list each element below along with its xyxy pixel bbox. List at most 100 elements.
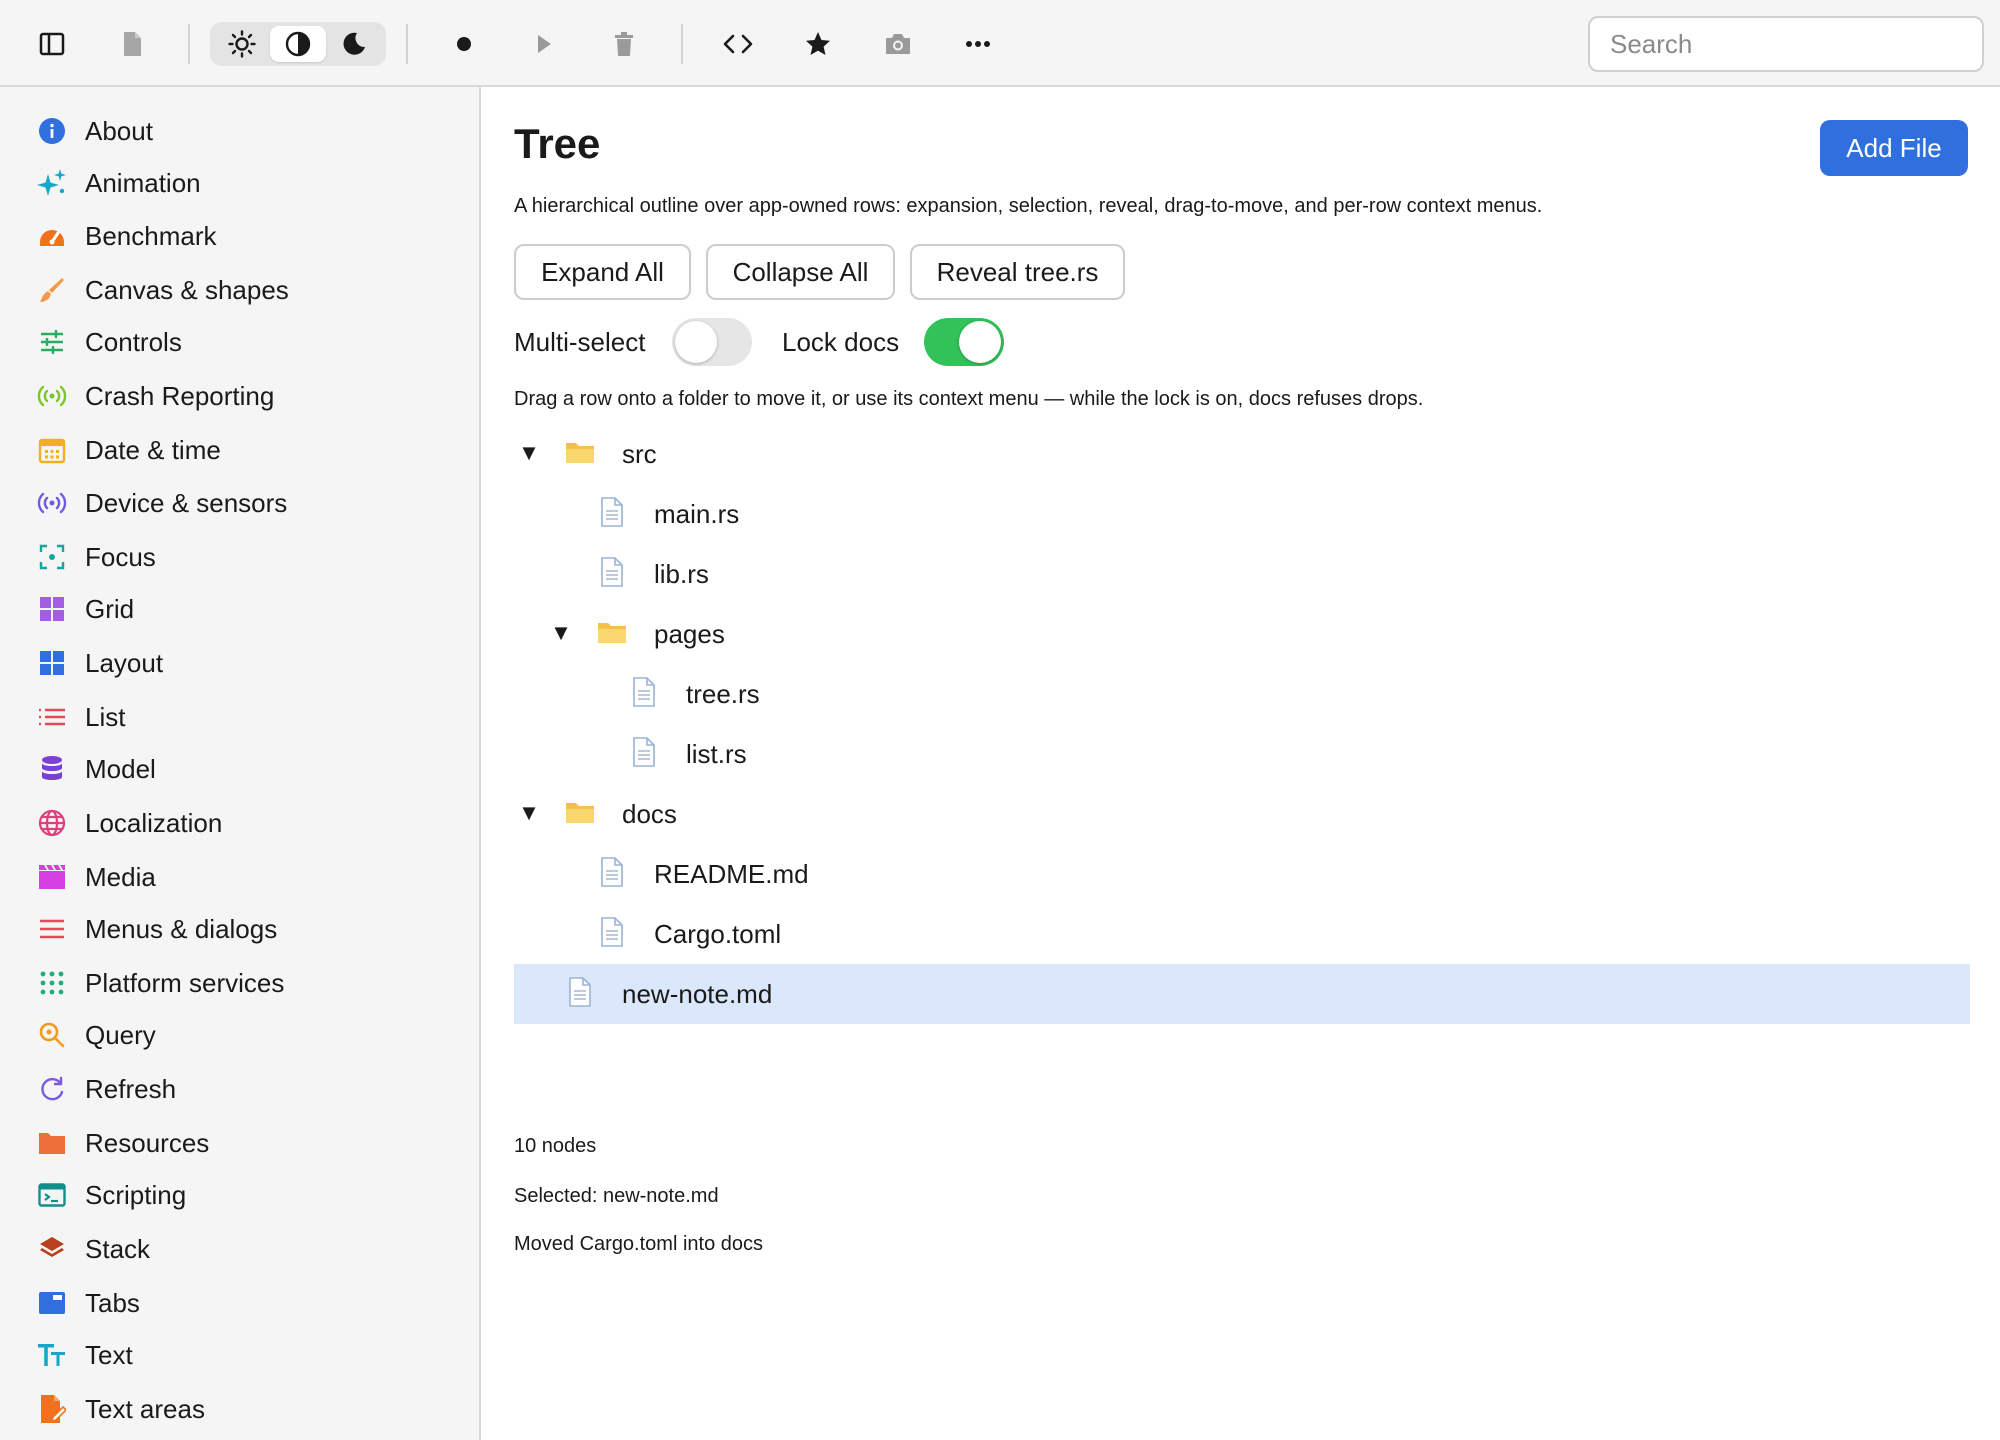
toolbar-divider [406, 24, 408, 64]
delete-button[interactable] [602, 22, 646, 66]
folder-icon [564, 436, 596, 468]
folder-icon [596, 616, 628, 648]
sidebar-item-animation[interactable]: Animation [0, 158, 479, 208]
star-icon [806, 32, 830, 55]
disclosure-triangle[interactable]: ▼ [518, 800, 540, 825]
document-icon [124, 32, 141, 56]
grid-icon [36, 593, 68, 625]
sidebar-item-crash-reporting[interactable]: Crash Reporting [0, 371, 479, 421]
disclosure-triangle[interactable]: ▼ [518, 440, 540, 465]
sidebar-item-resources[interactable]: Resources [0, 1118, 479, 1168]
sidebar-item-model[interactable]: Model [0, 744, 479, 794]
sidebar-item-label: Animation [85, 167, 201, 198]
file-icon [628, 676, 660, 708]
info-icon [36, 115, 68, 147]
menu-icon [36, 913, 68, 945]
page-description: A hierarchical outline over app-owned ro… [514, 195, 1543, 217]
node-count: 10 nodes [514, 1135, 597, 1157]
sidebar-item-device-sensors[interactable]: Device & sensors [0, 478, 479, 528]
tree-row-label: new-note.md [622, 979, 773, 1009]
expand-all-button[interactable]: Expand All [514, 244, 691, 300]
theme-system-button[interactable] [270, 26, 326, 62]
code-icon [723, 34, 753, 54]
main-content: Tree Add File A hierarchical outline ove… [481, 87, 2000, 1440]
document-button[interactable] [110, 22, 154, 66]
edit-file-icon [36, 1393, 68, 1425]
theme-dark-button[interactable] [326, 26, 382, 62]
gauge-icon [36, 220, 68, 252]
screenshot-button[interactable] [876, 22, 920, 66]
sidebar-item-menus-dialogs[interactable]: Menus & dialogs [0, 904, 479, 954]
focus-icon [36, 541, 68, 573]
file-tree: ▼ src main.rs lib.rs ▼ pages tree.rs lis… [514, 424, 1970, 1024]
sidebar-item-media[interactable]: Media [0, 852, 479, 902]
sidebar-item-tabs[interactable]: Tabs [0, 1278, 479, 1328]
sidebar-item-label: Text areas [85, 1393, 205, 1424]
record-button[interactable] [442, 22, 486, 66]
tree-row-lib-rs[interactable]: lib.rs [514, 544, 1970, 604]
sidebar-item-scripting[interactable]: Scripting [0, 1170, 479, 1220]
sidebar-item-layout[interactable]: Layout [0, 638, 479, 688]
sidebar-item-about[interactable]: About [0, 106, 479, 156]
sidebar-item-label: Date & time [85, 434, 221, 465]
tree-row-list-rs[interactable]: list.rs [514, 724, 1970, 784]
sidebar-item-canvas-shapes[interactable]: Canvas & shapes [0, 265, 479, 315]
sidebar-item-benchmark[interactable]: Benchmark [0, 211, 479, 261]
sidebar-item-refresh[interactable]: Refresh [0, 1064, 479, 1114]
multi-select-label: Multi-select [514, 327, 646, 357]
tree-row-readme-md[interactable]: README.md [514, 844, 1970, 904]
sidebar-item-grid[interactable]: Grid [0, 584, 479, 634]
terminal-icon [36, 1179, 68, 1211]
tree-row-label: Cargo.toml [654, 919, 782, 949]
lock-docs-toggle[interactable] [924, 318, 1004, 366]
sensor-icon [36, 487, 68, 519]
sidebar-item-list[interactable]: List [0, 692, 479, 742]
sidebar-item-label: Refresh [85, 1073, 177, 1104]
clapper-icon [36, 861, 68, 893]
sidebar-toggle-button[interactable] [30, 22, 74, 66]
database-icon [36, 753, 68, 785]
toolbar-divider [681, 24, 683, 64]
sidebar-item-label: Grid [85, 593, 135, 624]
play-icon [538, 35, 551, 53]
tree-row-pages[interactable]: ▼ pages [514, 604, 1970, 664]
text-icon [36, 1339, 68, 1371]
layout-icon [36, 647, 68, 679]
reveal-button[interactable]: Reveal tree.rs [910, 244, 1125, 300]
code-button[interactable] [716, 22, 760, 66]
sidebar-item-label: Model [85, 753, 156, 784]
play-button[interactable] [522, 22, 566, 66]
disclosure-triangle[interactable]: ▼ [550, 620, 572, 645]
favorite-button[interactable] [796, 22, 840, 66]
contrast-icon [285, 31, 311, 57]
tree-row-new-note-md[interactable]: new-note.md [514, 964, 1970, 1024]
multi-select-toggle[interactable] [672, 318, 752, 366]
sidebar-item-text[interactable]: Text [0, 1330, 479, 1380]
sidebar-item-text-areas[interactable]: Text areas [0, 1384, 479, 1434]
tree-row-label: README.md [654, 859, 809, 889]
search-input[interactable] [1588, 16, 1984, 72]
collapse-all-button[interactable]: Collapse All [706, 244, 895, 300]
tree-row-tree-rs[interactable]: tree.rs [514, 664, 1970, 724]
folder-icon [36, 1127, 68, 1159]
sidebar-item-date-time[interactable]: Date & time [0, 425, 479, 475]
tree-row-docs[interactable]: ▼ docs [514, 784, 1970, 844]
layers-icon [36, 1233, 68, 1265]
sidebar-item-controls[interactable]: Controls [0, 317, 479, 367]
add-file-button[interactable]: Add File [1820, 120, 1968, 176]
sidebar-item-label: Canvas & shapes [85, 274, 289, 305]
theme-light-button[interactable] [214, 26, 270, 62]
more-button[interactable] [956, 22, 1000, 66]
toggle-knob [675, 321, 717, 363]
page-title: Tree [514, 120, 601, 167]
sidebar-item-label: About [85, 115, 153, 146]
sidebar: About Animation Benchmark Canvas & shape… [0, 87, 481, 1440]
sidebar-item-focus[interactable]: Focus [0, 532, 479, 582]
sidebar-item-platform-services[interactable]: Platform services [0, 958, 479, 1008]
sidebar-item-query[interactable]: Query [0, 1010, 479, 1060]
tree-row-src[interactable]: ▼ src [514, 424, 1970, 484]
sidebar-item-stack[interactable]: Stack [0, 1224, 479, 1274]
tree-row-cargo-toml[interactable]: Cargo.toml [514, 904, 1970, 964]
tree-row-main-rs[interactable]: main.rs [514, 484, 1970, 544]
sidebar-item-localization[interactable]: Localization [0, 798, 479, 848]
